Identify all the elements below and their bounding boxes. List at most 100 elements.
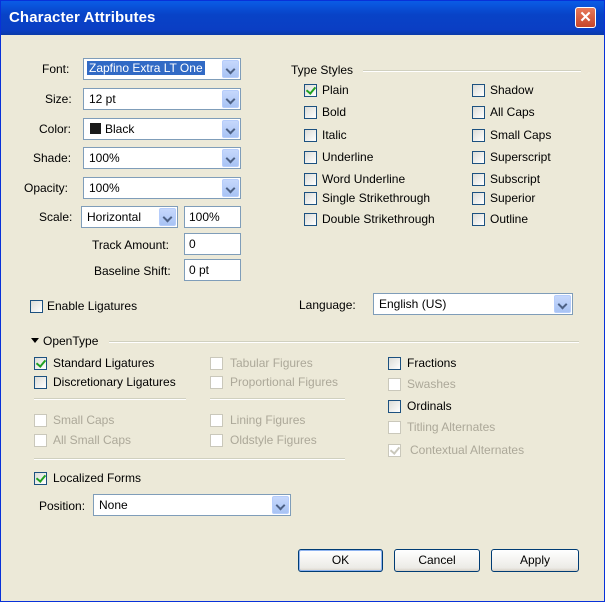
color-value: Black	[105, 122, 135, 136]
underline-checkbox[interactable]	[304, 151, 317, 164]
chevron-down-icon[interactable]	[159, 208, 176, 226]
shade-select[interactable]: 100%	[83, 147, 241, 169]
enable-ligatures-label: Enable Ligatures	[47, 299, 138, 313]
standard-ligatures-checkbox[interactable]	[34, 357, 47, 370]
swashes-checkbox	[388, 378, 401, 391]
lining-figures-checkbox	[210, 414, 223, 427]
apply-button[interactable]: Apply	[491, 549, 579, 572]
single-strikethrough-label: Single Strikethrough	[322, 191, 431, 205]
chevron-down-icon[interactable]	[222, 179, 239, 197]
type-styles-heading: Type Styles	[291, 63, 354, 77]
ordinals-checkbox[interactable]	[388, 400, 401, 413]
color-swatch	[90, 123, 101, 134]
disclosure-triangle-icon[interactable]	[31, 338, 39, 343]
scale-mode-select[interactable]: Horizontal	[81, 206, 178, 228]
proportional-figures-checkbox	[210, 376, 223, 389]
chevron-down-icon[interactable]	[554, 295, 571, 313]
baseline-shift-label: Baseline Shift:	[94, 264, 171, 278]
superior-label: Superior	[490, 191, 536, 205]
superscript-label: Superscript	[490, 150, 551, 164]
double-strikethrough-checkbox[interactable]	[304, 213, 317, 226]
scale-mode-value: Horizontal	[87, 210, 142, 224]
all-small-caps-checkbox	[34, 434, 47, 447]
all-caps-label: All Caps	[490, 105, 535, 119]
position-select[interactable]: None	[93, 494, 291, 516]
contextual-alternates-label: Contextual Alternates	[410, 443, 525, 457]
opentype-heading[interactable]: OpenType	[43, 334, 98, 348]
underline-label: Underline	[322, 150, 374, 164]
word-underline-label: Word Underline	[322, 172, 406, 186]
language-label: Language:	[299, 298, 356, 312]
color-select[interactable]: Black	[83, 118, 241, 140]
title-bar[interactable]: Character Attributes ✕	[1, 1, 604, 35]
oldstyle-figures-checkbox	[210, 434, 223, 447]
single-strikethrough-checkbox[interactable]	[304, 192, 317, 205]
small-caps-checkbox[interactable]	[472, 129, 485, 142]
divider	[34, 398, 186, 400]
track-amount-label: Track Amount:	[92, 238, 169, 252]
fractions-checkbox[interactable]	[388, 357, 401, 370]
color-label: Color:	[39, 122, 72, 136]
subscript-checkbox[interactable]	[472, 173, 485, 186]
baseline-shift-input[interactable]: 0 pt	[184, 259, 241, 281]
all-small-caps-label: All Small Caps	[53, 433, 132, 447]
cancel-button[interactable]: Cancel	[394, 549, 480, 572]
track-amount-value: 0	[189, 237, 196, 251]
close-button[interactable]: ✕	[575, 7, 596, 28]
chevron-down-icon[interactable]	[222, 120, 239, 138]
language-select[interactable]: English (US)	[373, 293, 573, 315]
shade-value: 100%	[89, 151, 120, 165]
font-select[interactable]: Zapfino Extra LT One	[83, 58, 241, 80]
localized-forms-checkbox[interactable]	[34, 472, 47, 485]
titling-alternates-label: Titling Alternates	[407, 420, 496, 434]
plain-checkbox[interactable]	[304, 84, 317, 97]
discretionary-ligatures-checkbox[interactable]	[34, 376, 47, 389]
chevron-down-icon[interactable]	[222, 60, 239, 78]
baseline-shift-value: 0 pt	[189, 263, 210, 277]
chevron-down-icon[interactable]	[222, 149, 239, 167]
position-label: Position:	[39, 499, 86, 513]
italic-checkbox[interactable]	[304, 129, 317, 142]
outline-checkbox[interactable]	[472, 213, 485, 226]
subscript-label: Subscript	[490, 172, 541, 186]
divider	[210, 398, 345, 400]
oldstyle-figures-label: Oldstyle Figures	[230, 433, 317, 447]
discretionary-ligatures-label: Discretionary Ligatures	[53, 375, 176, 389]
ok-button[interactable]: OK	[298, 549, 383, 572]
chevron-down-icon[interactable]	[272, 496, 289, 514]
shadow-label: Shadow	[490, 83, 534, 97]
chevron-down-icon[interactable]	[222, 90, 239, 108]
size-select[interactable]: 12 pt	[83, 88, 241, 110]
outline-label: Outline	[490, 212, 529, 226]
word-underline-checkbox[interactable]	[304, 173, 317, 186]
position-value: None	[99, 498, 128, 512]
scale-input[interactable]: 100%	[184, 206, 241, 228]
plain-label: Plain	[322, 83, 349, 97]
divider	[34, 458, 345, 460]
superscript-checkbox[interactable]	[472, 151, 485, 164]
bold-checkbox[interactable]	[304, 106, 317, 119]
tabular-figures-checkbox	[210, 357, 223, 370]
ot-small-caps-label: Small Caps	[53, 413, 115, 427]
lining-figures-label: Lining Figures	[230, 413, 306, 427]
shadow-checkbox[interactable]	[472, 84, 485, 97]
swashes-label: Swashes	[407, 377, 456, 391]
opacity-value: 100%	[89, 181, 120, 195]
track-amount-input[interactable]: 0	[184, 233, 241, 255]
all-caps-checkbox[interactable]	[472, 106, 485, 119]
enable-ligatures-checkbox[interactable]	[30, 300, 43, 313]
divider	[109, 341, 579, 343]
scale-label: Scale:	[39, 210, 73, 224]
bold-label: Bold	[322, 105, 347, 119]
opacity-select[interactable]: 100%	[83, 177, 241, 199]
font-value: Zapfino Extra LT One	[87, 61, 205, 75]
size-label: Size:	[45, 92, 72, 106]
size-value: 12 pt	[89, 92, 116, 106]
fractions-label: Fractions	[407, 356, 457, 370]
ordinals-label: Ordinals	[407, 399, 452, 413]
scale-value: 100%	[189, 210, 220, 224]
superior-checkbox[interactable]	[472, 192, 485, 205]
double-strikethrough-label: Double Strikethrough	[322, 212, 435, 226]
localized-forms-label: Localized Forms	[53, 471, 142, 485]
titling-alternates-checkbox	[388, 421, 401, 434]
